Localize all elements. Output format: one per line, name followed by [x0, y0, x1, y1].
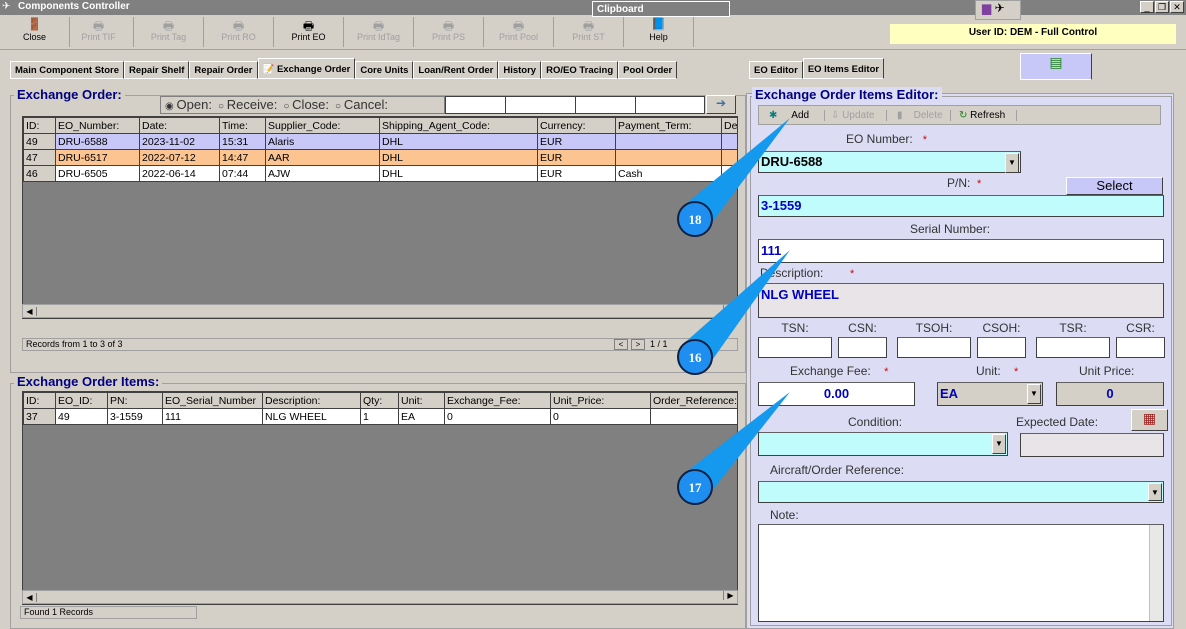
- printer-icon: 🖶: [582, 19, 595, 33]
- print-st-button[interactable]: 🖶 Print ST: [554, 17, 624, 47]
- door-exit-icon: 🚪: [27, 17, 42, 31]
- close-button[interactable]: 🚪 Close: [0, 17, 70, 47]
- toolbar-label: Print RO: [221, 32, 256, 42]
- print-tag-button[interactable]: 🖶 Print Tag: [134, 17, 204, 47]
- print-idtag-button[interactable]: 🖶 Print IdTag: [344, 17, 414, 47]
- print-ro-button[interactable]: 🖶 Print RO: [204, 17, 274, 47]
- print-pool-button[interactable]: 🖶 Print Pool: [484, 17, 554, 47]
- toolbar-label: Print EO: [291, 32, 326, 42]
- toolbar-label: Print Tag: [150, 32, 187, 42]
- callout-overlay: 18 16 17: [677, 118, 790, 505]
- callout-label: 16: [689, 350, 703, 365]
- printer-icon: 🖶: [302, 19, 315, 33]
- toolbar-label: Print ST: [572, 32, 605, 42]
- callout-label: 18: [689, 212, 703, 227]
- toolbar-label: Print PS: [431, 32, 465, 42]
- toolbar-label: Print IdTag: [356, 32, 401, 42]
- printer-icon: 🖶: [232, 19, 245, 33]
- toolbar-label: Close: [22, 32, 46, 42]
- print-tif-button[interactable]: 🖶 Print TIF: [64, 17, 134, 47]
- callout-label: 17: [689, 480, 703, 495]
- toolbar-label: Print TIF: [81, 32, 116, 42]
- printer-icon: 🖶: [162, 19, 175, 33]
- print-eo-button[interactable]: 🖶 Print EO: [274, 17, 344, 47]
- toolbar-label: Help: [649, 32, 668, 42]
- printer-icon: 🖶: [512, 19, 525, 33]
- help-book-icon: 📘: [651, 17, 666, 31]
- printer-icon: 🖶: [372, 19, 385, 33]
- help-button[interactable]: 📘 Help: [624, 17, 694, 47]
- printer-icon: 🖶: [92, 19, 105, 33]
- printer-icon: 🖶: [442, 19, 455, 33]
- print-ps-button[interactable]: 🖶 Print PS: [414, 17, 484, 47]
- toolbar-label: Print Pool: [498, 32, 539, 42]
